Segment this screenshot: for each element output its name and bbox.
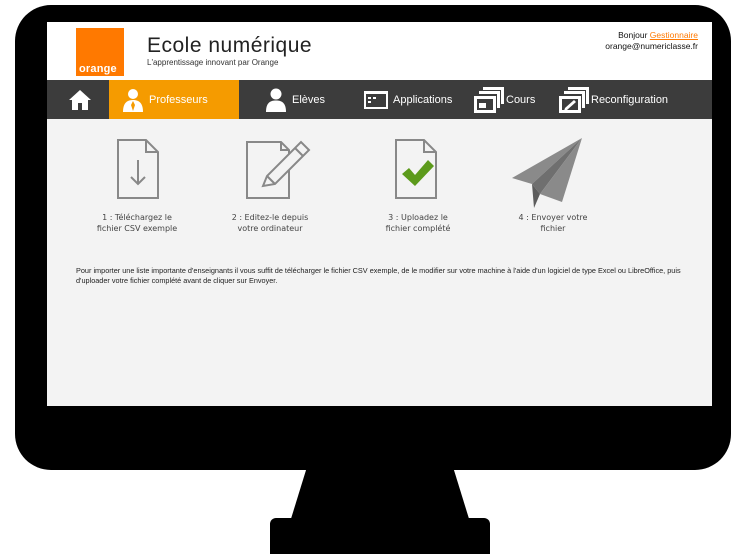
nav-item-professeurs[interactable]: Professeurs (109, 80, 239, 119)
user-email: orange@numericlasse.fr (605, 41, 698, 51)
monitor-stand-base (270, 518, 490, 554)
step-2-line-2: votre ordinateur (237, 224, 303, 233)
step-3-line-2: fichier complété (385, 224, 451, 233)
student-icon (266, 88, 286, 112)
step-edit-label: 2 : Editez-le depuis votre ordinateur (215, 212, 325, 234)
greeting-text: Bonjour (618, 30, 648, 40)
nav-label-applications: Applications (393, 93, 453, 106)
nav-label-reconfiguration: Reconfiguration (591, 93, 669, 106)
step-3-line-1: 3 : Uploadez le (388, 213, 448, 222)
app-title: Ecole numérique (147, 34, 313, 57)
step-upload-label: 3 : Uploadez le fichier complété (363, 212, 473, 234)
step-download-label: 1 : Téléchargez le fichier CSV exemple (82, 212, 192, 234)
screen: orange Ecole numérique L'apprentissage i… (47, 22, 712, 406)
nav-item-applications[interactable]: Applications (364, 80, 452, 119)
logo-text: orange (79, 63, 117, 75)
step-4-line-1: 4 : Envoyer votre (518, 213, 588, 222)
user-name-link[interactable]: Gestionnaire (650, 30, 698, 40)
orange-logo[interactable]: orange (76, 28, 124, 76)
step-1-line-2: fichier CSV exemple (96, 224, 178, 233)
applications-icon (364, 90, 388, 109)
nav-label-professeurs: Professeurs (149, 93, 208, 106)
step-2-line-1: 2 : Editez-le depuis (231, 213, 309, 222)
send-paper-plane-icon (512, 138, 582, 208)
nav-item-eleves[interactable]: Elèves (265, 80, 325, 119)
main-nav: Professeurs Elèves Applications Cours Re… (47, 80, 712, 119)
download-file-icon (117, 139, 159, 199)
teacher-icon (123, 88, 143, 112)
step-4-line-2: fichier (540, 224, 566, 233)
main-content: 1 : Téléchargez le fichier CSV exemple 2 … (47, 119, 712, 406)
check-file-icon (395, 139, 437, 199)
user-info: Bonjour Gestionnaire orange@numericlasse… (605, 30, 698, 52)
home-icon (69, 89, 91, 110)
monitor-stand-neck (290, 452, 470, 522)
nav-label-eleves: Elèves (292, 93, 326, 106)
nav-item-reconfiguration[interactable]: Reconfiguration (559, 80, 668, 119)
header: orange Ecole numérique L'apprentissage i… (47, 22, 712, 80)
step-send-label: 4 : Envoyer votre fichier (498, 212, 608, 234)
nav-home[interactable] (63, 80, 97, 119)
nav-label-cours: Cours (506, 93, 536, 106)
reconfiguration-icon (559, 86, 589, 113)
edit-pencil-icon (246, 140, 311, 199)
courses-icon (474, 86, 504, 113)
nav-item-cours[interactable]: Cours (474, 80, 535, 119)
step-1-line-1: 1 : Téléchargez le (102, 213, 172, 222)
import-instructions: Pour importer une liste importante d'ens… (76, 266, 681, 285)
app-subtitle: L'apprentissage innovant par Orange (147, 58, 279, 67)
